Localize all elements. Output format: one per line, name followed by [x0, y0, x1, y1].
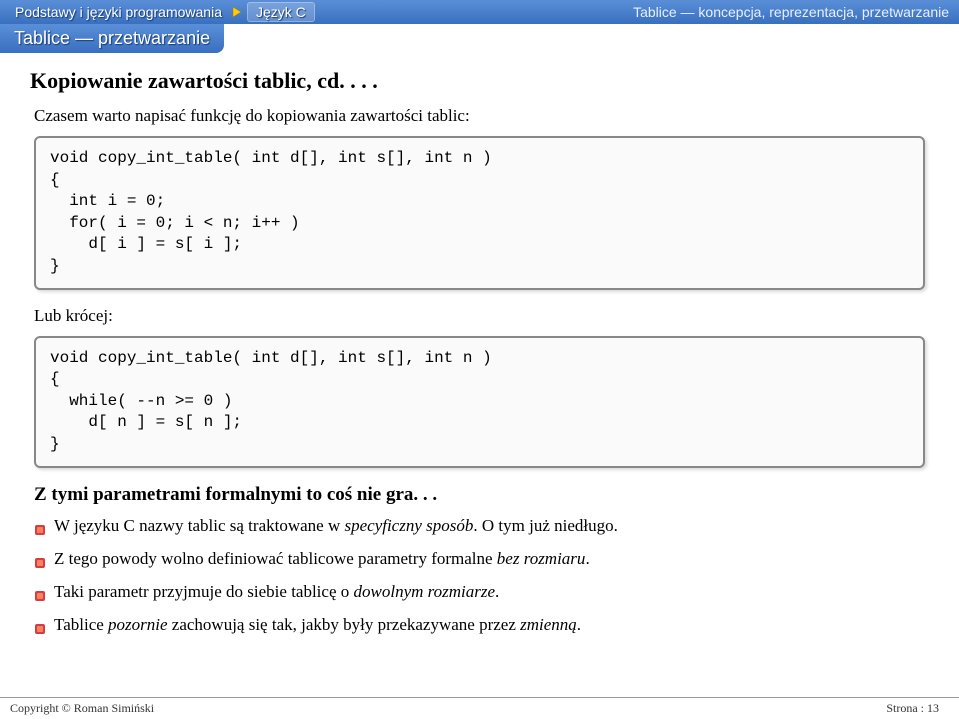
text-fragment: Taki parametr przyjmuje do siebie tablic…	[54, 582, 354, 601]
label-shorter: Lub krócej:	[34, 306, 925, 326]
code-block-2: void copy_int_table( int d[], int s[], i…	[34, 336, 925, 468]
list-item: W języku C nazwy tablic są traktowane w …	[34, 516, 925, 541]
chevron-right-icon	[231, 6, 243, 18]
page-title: Kopiowanie zawartości tablic, cd. . . .	[30, 68, 929, 94]
header-topic: Tablice — koncepcja, reprezentacja, prze…	[633, 4, 949, 20]
bullet-text: Taki parametr przyjmuje do siebie tablic…	[54, 582, 499, 602]
text-fragment: Z tego powody wolno definiować tablicowe…	[54, 549, 497, 568]
content-area: Kopiowanie zawartości tablic, cd. . . . …	[0, 53, 959, 640]
text-fragment: W języku C nazwy tablic są traktowane w	[54, 516, 344, 535]
bullet-icon	[34, 521, 46, 541]
text-fragment: Tablice	[54, 615, 108, 634]
bullet-text: Tablice pozornie zachowują się tak, jakb…	[54, 615, 581, 635]
subsection-title: Z tymi parametrami formalnymi to coś nie…	[34, 484, 925, 506]
bullet-text: Z tego powody wolno definiować tablicowe…	[54, 549, 590, 569]
text-fragment: zachowują się tak, jakby były przekazywa…	[168, 615, 521, 634]
text-fragment: .	[495, 582, 499, 601]
copyright: Copyright © Roman Simiński	[10, 701, 154, 716]
emphasis: pozornie	[108, 615, 168, 634]
list-item: Z tego powody wolno definiować tablicowe…	[34, 549, 925, 574]
emphasis: zmienną	[520, 615, 577, 634]
emphasis: dowolnym rozmiarze	[354, 582, 496, 601]
text-fragment: .	[577, 615, 581, 634]
intro-text: Czasem warto napisać funkcję do kopiowan…	[34, 106, 925, 126]
bullet-list: W języku C nazwy tablic są traktowane w …	[34, 516, 925, 640]
bullet-icon	[34, 587, 46, 607]
breadcrumb-item-2: Język C	[247, 2, 315, 22]
bullet-text: W języku C nazwy tablic są traktowane w …	[54, 516, 618, 536]
bullet-icon	[34, 554, 46, 574]
list-item: Tablice pozornie zachowują się tak, jakb…	[34, 615, 925, 640]
section-title: Tablice — przetwarzanie	[0, 24, 224, 53]
breadcrumb-item-1: Podstawy i języki programowania	[10, 4, 227, 20]
page-number: Strona : 13	[886, 701, 939, 716]
header-bar: Podstawy i języki programowania Język C …	[0, 0, 959, 24]
bullet-icon	[34, 620, 46, 640]
text-fragment: .	[585, 549, 589, 568]
emphasis: specyficzny sposób	[344, 516, 473, 535]
code-block-1: void copy_int_table( int d[], int s[], i…	[34, 136, 925, 290]
emphasis: bez rozmiaru	[497, 549, 586, 568]
list-item: Taki parametr przyjmuje do siebie tablic…	[34, 582, 925, 607]
breadcrumb: Podstawy i języki programowania Język C	[10, 2, 315, 22]
footer: Copyright © Roman Simiński Strona : 13	[0, 697, 959, 719]
text-fragment: . O tym już niedługo.	[473, 516, 617, 535]
